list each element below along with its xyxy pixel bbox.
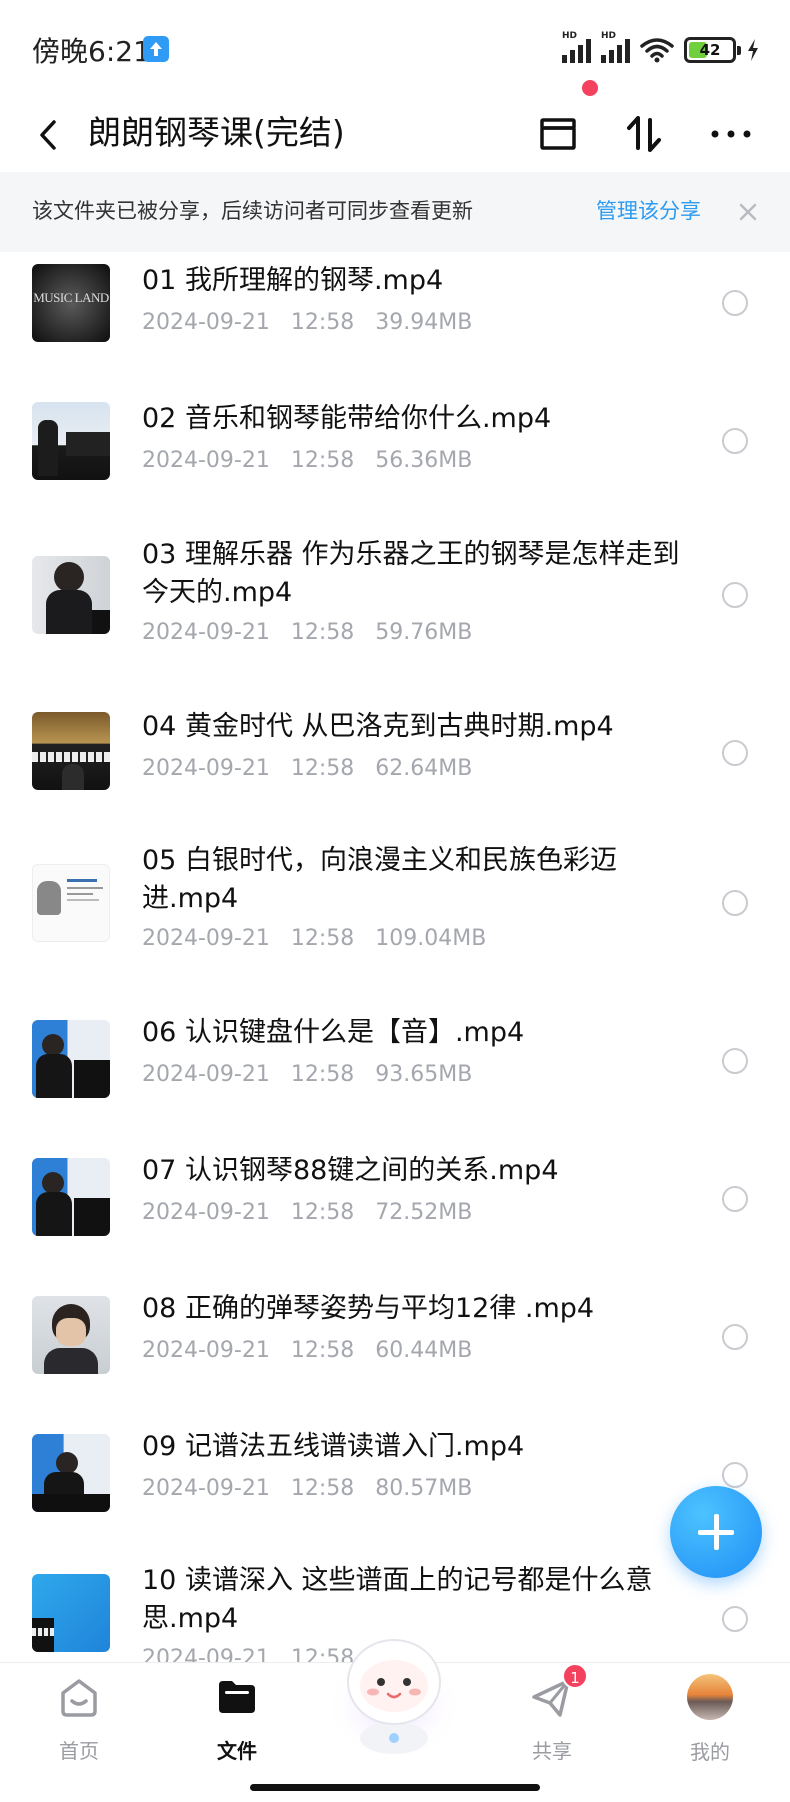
- tab-home-label: 首页: [59, 1739, 99, 1763]
- tab-home[interactable]: 首页: [19, 1673, 139, 1764]
- file-item[interactable]: 06 认识键盘什么是【音】.mp4 2024-09-21 12:58 93.65…: [0, 1002, 790, 1132]
- folder-icon: [213, 1673, 261, 1721]
- home-icon: [55, 1673, 103, 1721]
- file-name: 06 认识键盘什么是【音】.mp4: [142, 1017, 525, 1048]
- more-icon: [711, 130, 751, 138]
- archive-button[interactable]: [530, 106, 586, 162]
- tab-files-label: 文件: [217, 1739, 257, 1763]
- file-name: 03 理解乐器 作为乐器之王的钢琴是怎样走到今天的.mp4: [142, 539, 680, 608]
- video-thumbnail: [32, 1434, 110, 1512]
- file-item[interactable]: 04 黄金时代 从巴洛克到古典时期.mp4 2024-09-21 12:58 6…: [0, 696, 790, 826]
- file-meta: 2024-09-21 12:58 62.64MB: [142, 756, 473, 781]
- video-thumbnail: [32, 1158, 110, 1236]
- page-title: 朗朗钢琴课(完结): [88, 113, 345, 152]
- select-radio[interactable]: [722, 1324, 748, 1350]
- sort-button[interactable]: [616, 106, 672, 162]
- add-button[interactable]: [670, 1486, 762, 1578]
- select-radio[interactable]: [722, 1462, 748, 1488]
- file-meta: 2024-09-21 12:58 72.52MB: [142, 1200, 473, 1225]
- status-time: 傍晚6:21: [32, 35, 151, 68]
- select-radio[interactable]: [722, 428, 748, 454]
- file-item[interactable]: 02 音乐和钢琴能带给你什么.mp4 2024-09-21 12:58 56.3…: [0, 390, 790, 520]
- battery-icon: 42: [684, 37, 741, 63]
- back-arrow-icon: [40, 120, 56, 150]
- video-thumbnail: [32, 1296, 110, 1374]
- select-radio[interactable]: [722, 740, 748, 766]
- avatar: [686, 1674, 734, 1722]
- sort-icon: [627, 116, 661, 152]
- video-thumbnail: [32, 712, 110, 790]
- share-banner-text: 该文件夹已被分享，后续访问者可同步查看更新: [32, 199, 473, 223]
- notification-dot: [582, 80, 598, 96]
- wifi-icon: [640, 38, 674, 63]
- select-radio[interactable]: [722, 1186, 748, 1212]
- tab-share-label: 共享: [532, 1739, 572, 1763]
- file-name: 07 认识钢琴88键之间的关系.mp4: [142, 1155, 559, 1186]
- file-meta: 2024-09-21 12:58 39.94MB: [142, 310, 473, 335]
- close-icon: [739, 203, 757, 221]
- close-banner-button[interactable]: [734, 198, 762, 226]
- file-meta: 2024-09-21 12:58 56.36MB: [142, 448, 473, 473]
- charging-icon: [748, 39, 758, 61]
- back-button[interactable]: [30, 112, 70, 158]
- file-name: 05 白银时代，向浪漫主义和民族色彩迈进.mp4: [142, 845, 617, 914]
- file-meta: 2024-09-21 12:58 59.76MB: [142, 620, 473, 645]
- video-thumbnail: MUSIC LAND: [32, 264, 110, 342]
- file-name: 04 黄金时代 从巴洛克到古典时期.mp4: [142, 711, 614, 742]
- file-item[interactable]: MUSIC LAND 01 我所理解的钢琴.mp4 2024-09-21 12:…: [0, 252, 790, 382]
- video-thumbnail: [32, 402, 110, 480]
- share-banner: 该文件夹已被分享，后续访问者可同步查看更新 管理该分享: [0, 172, 790, 252]
- select-radio[interactable]: [722, 1606, 748, 1632]
- select-radio[interactable]: [722, 582, 748, 608]
- select-radio[interactable]: [722, 290, 748, 316]
- archive-icon: [540, 118, 576, 150]
- file-name: 02 音乐和钢琴能带给你什么.mp4: [142, 403, 552, 434]
- video-thumbnail: [32, 1020, 110, 1098]
- video-thumbnail: [32, 556, 110, 634]
- file-item[interactable]: 03 理解乐器 作为乐器之王的钢琴是怎样走到今天的.mp4 2024-09-21…: [0, 528, 790, 688]
- tab-share[interactable]: 1 共享: [492, 1663, 612, 1764]
- home-indicator: [250, 1784, 540, 1791]
- video-thumbnail: [32, 1574, 110, 1652]
- select-radio[interactable]: [722, 890, 748, 916]
- file-meta: 2024-09-21 12:58 93.65MB: [142, 1062, 473, 1087]
- select-radio[interactable]: [722, 1048, 748, 1074]
- ai-assistant-button[interactable]: [323, 1620, 465, 1760]
- robot-mascot-icon: [326, 1639, 462, 1756]
- upload-icon: [143, 36, 169, 62]
- screen: 傍晚6:21 HD HD 42 朗朗钢琴课(完结) 该文件夹已被分享，后续访问者…: [0, 0, 790, 1802]
- file-item[interactable]: 08 正确的弹琴姿势与平均12律 .mp4 2024-09-21 12:58 6…: [0, 1278, 790, 1408]
- file-item[interactable]: 07 认识钢琴88键之间的关系.mp4 2024-09-21 12:58 72.…: [0, 1140, 790, 1270]
- file-name: 08 正确的弹琴姿势与平均12律 .mp4: [142, 1293, 595, 1324]
- signal-icon: HD: [601, 31, 630, 63]
- file-meta: 2024-09-21 12:58 60.44MB: [142, 1338, 473, 1363]
- file-name: 01 我所理解的钢琴.mp4: [142, 265, 444, 296]
- share-badge: 1: [562, 1663, 588, 1689]
- send-icon: 1: [528, 1663, 588, 1721]
- status-icons: HD HD 42: [562, 30, 760, 70]
- file-meta: 2024-09-21 12:58 80.57MB: [142, 1476, 473, 1501]
- tab-files[interactable]: 文件: [177, 1673, 297, 1764]
- file-item[interactable]: 05 白银时代，向浪漫主义和民族色彩迈进.mp4 2024-09-21 12:5…: [0, 834, 790, 994]
- top-bar: 朗朗钢琴课(完结): [0, 100, 790, 170]
- tab-mine-label: 我的: [690, 1740, 730, 1764]
- file-list: MUSIC LAND 01 我所理解的钢琴.mp4 2024-09-21 12:…: [0, 252, 790, 1662]
- file-meta: 2024-09-21 12:58 109.04MB: [142, 926, 487, 951]
- video-thumbnail: [32, 864, 110, 942]
- more-button[interactable]: [703, 106, 759, 162]
- manage-share-link[interactable]: 管理该分享: [596, 194, 701, 228]
- file-name: 09 记谱法五线谱读谱入门.mp4: [142, 1431, 525, 1462]
- tab-mine[interactable]: 我的: [650, 1673, 770, 1765]
- signal-icon: HD: [562, 31, 591, 63]
- status-bar: 傍晚6:21 HD HD 42: [0, 0, 790, 100]
